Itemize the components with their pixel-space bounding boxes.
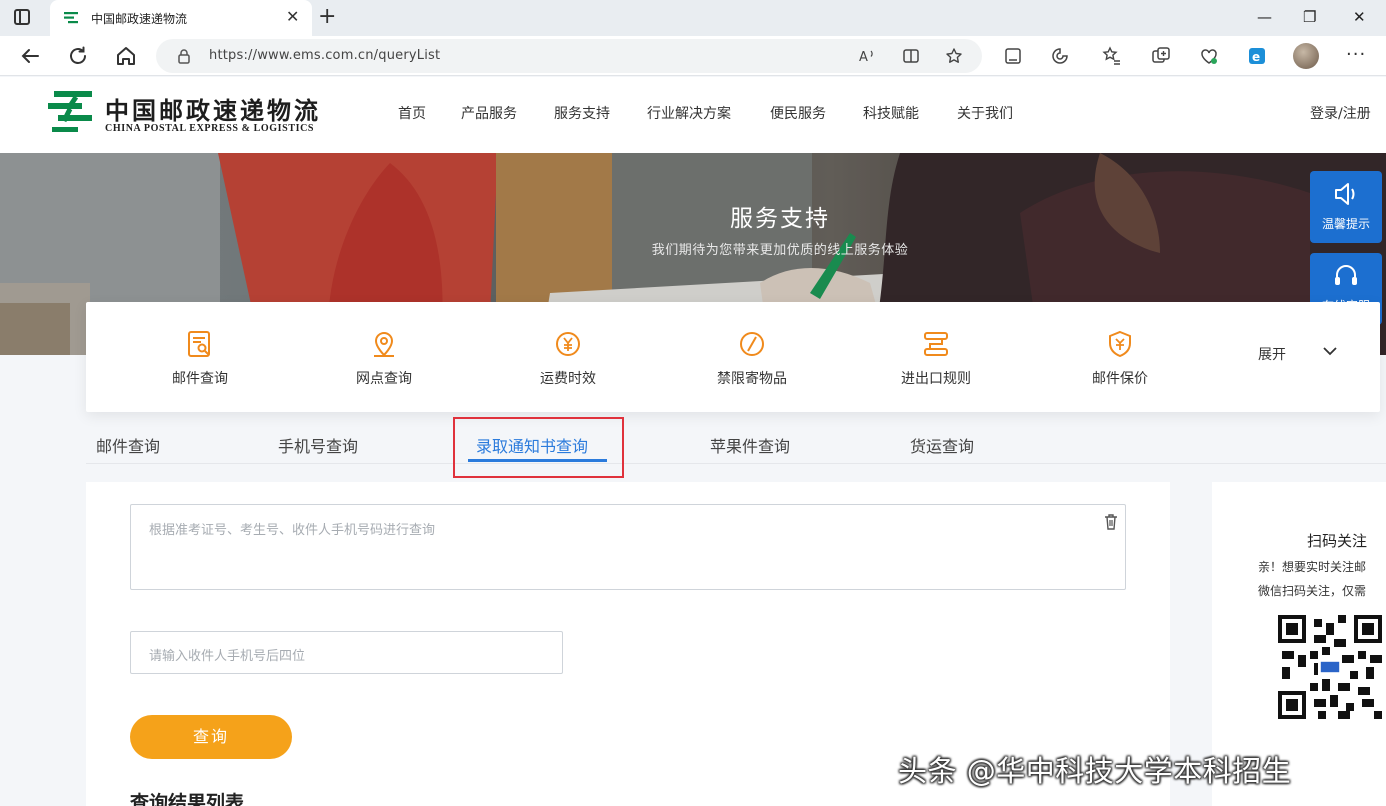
query-button[interactable]: 查询: [130, 715, 292, 759]
more-menu-icon[interactable]: ···: [1346, 44, 1366, 65]
tab-mail-query[interactable]: 邮件查询: [96, 433, 160, 457]
qr-description-line2: 微信扫码关注，仅需: [1258, 584, 1367, 598]
site-header: 中国邮政速递物流 CHINA POSTAL EXPRESS & LOGISTIC…: [0, 77, 1386, 153]
service-import-export-rules[interactable]: 进出口规则: [876, 302, 996, 412]
tips-label: 温馨提示: [1321, 217, 1370, 231]
nav-products[interactable]: 产品服务: [461, 103, 517, 123]
browser-toolbar: https://www.ems.com.cn/queryList A e ···: [0, 36, 1386, 76]
read-aloud-icon[interactable]: A: [858, 47, 876, 65]
extensions-icon[interactable]: [1050, 46, 1070, 66]
service-label: 禁限寄物品: [717, 371, 787, 387]
browser-tab[interactable]: 中国邮政速递物流 ✕: [50, 0, 312, 36]
service-prohibited-items[interactable]: 禁限寄物品: [692, 302, 812, 412]
result-list-title: 查询结果列表: [130, 792, 245, 806]
speaker-icon: [1335, 183, 1355, 205]
service-label: 邮件保价: [1092, 371, 1148, 387]
phone-input-placeholder: 请输入收件人手机号后四位: [149, 649, 306, 664]
nav-solutions[interactable]: 行业解决方案: [647, 103, 731, 123]
tips-button[interactable]: 温馨提示: [1310, 171, 1382, 243]
banner-title: 服务支持: [730, 206, 830, 232]
trash-icon[interactable]: [1103, 513, 1119, 531]
expand-toggle[interactable]: 展开: [1258, 344, 1286, 364]
svg-text:A: A: [859, 50, 868, 65]
nav-about[interactable]: 关于我们: [957, 103, 1013, 123]
location-pin-icon: [374, 332, 394, 357]
shield-yuan-icon: [1109, 330, 1131, 358]
highlight-annotation-box: [453, 417, 624, 478]
chevron-down-icon[interactable]: [1322, 344, 1338, 358]
service-mail-insurance[interactable]: 邮件保价: [1060, 302, 1180, 412]
restore-icon[interactable]: ❐: [1303, 8, 1316, 26]
nav-home[interactable]: 首页: [398, 103, 426, 123]
service-label: 进出口规则: [901, 371, 971, 387]
profile-avatar[interactable]: [1293, 43, 1319, 69]
address-bar[interactable]: https://www.ems.com.cn/queryList A: [156, 39, 982, 73]
logo-english-name[interactable]: CHINA POSTAL EXPRESS & LOGISTICS: [105, 123, 314, 134]
watermark-text: 头条 @华中科技大学本科招生: [898, 754, 1292, 788]
collections-icon[interactable]: [1151, 46, 1171, 66]
qr-code-image: [1278, 615, 1382, 719]
svg-text:e: e: [1252, 50, 1260, 64]
back-icon[interactable]: [18, 44, 42, 68]
service-label: 网点查询: [356, 371, 412, 387]
tab-title: 中国邮政速递物流: [91, 12, 188, 26]
qr-title: 扫码关注: [1307, 532, 1368, 550]
tab-apple-query[interactable]: 苹果件查询: [710, 433, 790, 457]
new-tab-icon[interactable]: +: [318, 3, 336, 31]
logo-chinese-name[interactable]: 中国邮政速递物流: [105, 91, 321, 126]
lock-icon[interactable]: [176, 48, 192, 64]
prohibited-icon: [740, 332, 764, 356]
service-label: 运费时效: [540, 371, 596, 387]
browser-tab-bar: 中国邮政速递物流 ✕ + — ❐ ✕: [0, 0, 1386, 36]
browser-essentials-icon[interactable]: [1199, 46, 1219, 66]
login-register-link[interactable]: 登录/注册: [1310, 103, 1371, 123]
phone-last4-input[interactable]: 请输入收件人手机号后四位: [130, 631, 563, 674]
nav-support[interactable]: 服务支持: [554, 103, 610, 123]
query-tabs: 邮件查询 手机号查询 录取通知书查询 苹果件查询 货运查询: [86, 420, 1386, 464]
home-icon[interactable]: [114, 44, 138, 68]
favorite-star-icon[interactable]: [945, 47, 963, 65]
tab-close-icon[interactable]: ✕: [286, 8, 299, 26]
nav-technology[interactable]: 科技赋能: [863, 103, 919, 123]
rules-icon: [924, 332, 948, 356]
favorites-icon[interactable]: [1102, 46, 1122, 66]
document-search-icon: [188, 331, 210, 357]
reading-view-icon[interactable]: [1003, 46, 1023, 66]
headset-icon: [1335, 265, 1357, 285]
service-freight-time[interactable]: 运费时效: [508, 302, 628, 412]
refresh-icon[interactable]: [66, 44, 90, 68]
window-close-icon[interactable]: ✕: [1353, 8, 1366, 26]
nav-convenience[interactable]: 便民服务: [770, 103, 826, 123]
qr-description-line1: 亲！想要实时关注邮: [1258, 560, 1367, 574]
service-icon-bar: 邮件查询 网点查询 运费时效 禁限寄物品 进出口规则 邮件保价 展开: [86, 302, 1380, 412]
china-post-logo-icon[interactable]: [48, 87, 96, 133]
edge-icon[interactable]: e: [1247, 46, 1267, 66]
service-outlet-query[interactable]: 网点查询: [324, 302, 444, 412]
tab-actions-icon[interactable]: [14, 9, 30, 25]
admission-query-textarea[interactable]: 根据准考证号、考生号、收件人手机号码进行查询: [130, 504, 1126, 590]
ems-favicon-icon: [64, 12, 78, 24]
tab-freight-query[interactable]: 货运查询: [910, 433, 974, 457]
yuan-clock-icon: [556, 332, 580, 356]
banner-subtitle: 我们期待为您带来更加优质的线上服务体验: [651, 243, 909, 258]
service-label: 邮件查询: [172, 371, 228, 387]
service-mail-query[interactable]: 邮件查询: [140, 302, 260, 412]
tab-phone-query[interactable]: 手机号查询: [278, 433, 358, 457]
textarea-placeholder: 根据准考证号、考生号、收件人手机号码进行查询: [149, 523, 436, 538]
minimize-icon[interactable]: —: [1257, 8, 1272, 26]
url-text[interactable]: https://www.ems.com.cn/queryList: [209, 48, 440, 63]
split-screen-icon[interactable]: [902, 47, 920, 65]
